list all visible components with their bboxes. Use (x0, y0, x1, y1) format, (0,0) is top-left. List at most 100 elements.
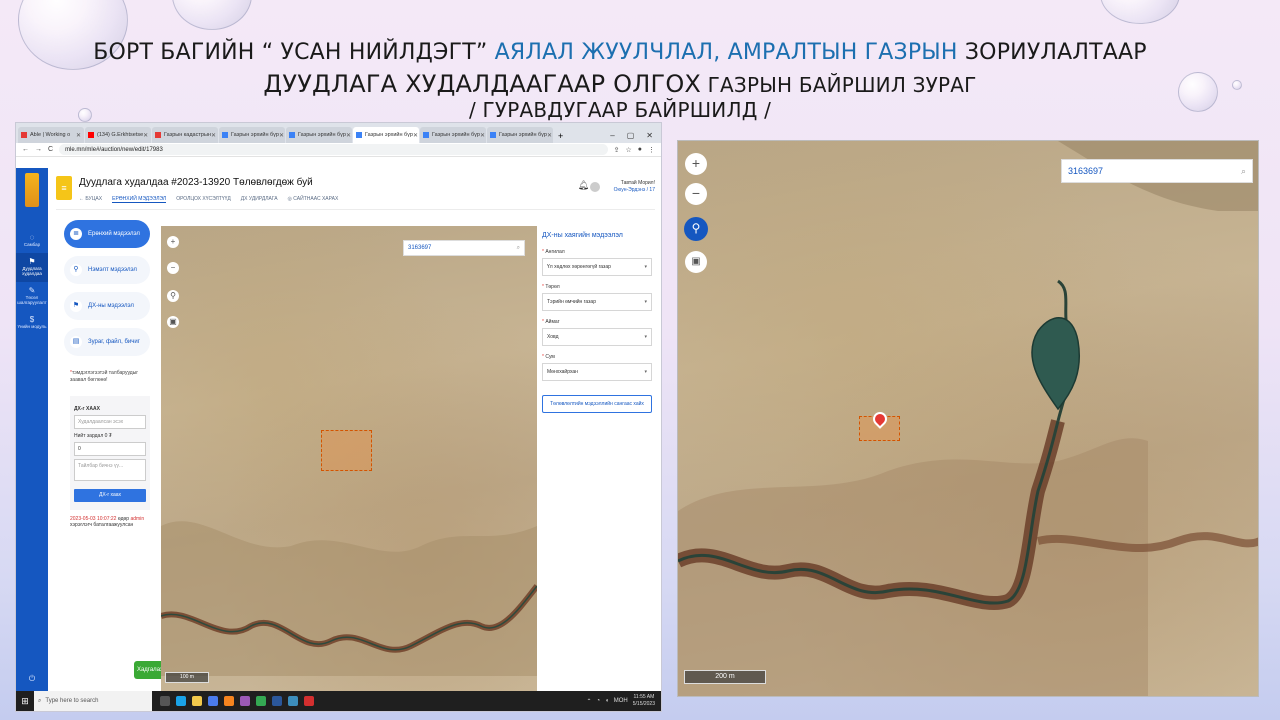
back-link[interactable]: ← БУЦАХ (79, 196, 102, 203)
map-scale: 100 m (165, 672, 209, 683)
user-greeting: Тавтай Морил! (620, 180, 655, 186)
aimag-select[interactable]: Ховд ▾ (542, 328, 652, 346)
close-icon[interactable]: ✕ (413, 132, 418, 139)
section-additional[interactable]: ⚲ Нэмэлт мэдээлэл (64, 256, 150, 284)
back-icon[interactable]: ← (22, 146, 29, 153)
zoom-out-button[interactable]: − (167, 262, 179, 274)
folder-icon[interactable] (192, 696, 202, 706)
browser-tab[interactable]: Газрын эрхийн бүр ✕ (219, 127, 285, 143)
favicon-icon (423, 132, 429, 138)
section-auction-info[interactable]: ⚑ ДХ-ны мэдээлэл (64, 292, 150, 320)
browser-screenshot: Able | Working o ✕ (134) G.Erkhtsetse ✕ Га… (15, 122, 662, 712)
chrome-icon[interactable] (256, 696, 266, 706)
type-select[interactable]: Тэрийн өмчийн газар ▾ (542, 293, 652, 311)
browser-tab[interactable]: Газрын эрхийн бүр ✕ (420, 127, 486, 143)
share-icon[interactable]: ⇪ (614, 146, 620, 154)
section-files[interactable]: ▤ Зураг, файл, бичиг (64, 328, 150, 356)
search-icon[interactable]: ⌕ (1241, 166, 1246, 177)
sidebar-item-dashboard[interactable]: ◌ Самбар (16, 229, 48, 253)
app-icon[interactable] (240, 696, 250, 706)
close-auction-button[interactable]: ДХ-г хаах (74, 489, 146, 502)
menu-toggle-button[interactable]: ≡ (56, 176, 72, 200)
close-icon[interactable]: ✕ (547, 132, 552, 139)
camera-icon[interactable]: ▣ (167, 316, 179, 328)
tray-chevron-icon[interactable]: ⌃ (586, 698, 591, 705)
minimize-icon[interactable]: – (610, 131, 614, 140)
note-textarea[interactable]: Тайлбар бичнэ үү... (74, 459, 146, 481)
zoom-in-button[interactable]: + (685, 153, 707, 175)
user-box[interactable]: 🔔︎ Тавтай Морил! Оюун-Эрдэнэ / 17 (578, 180, 655, 194)
tab-label: Газрын эрхийн бүр (231, 132, 279, 138)
slide-title-line-3: / ГУРАВДУГААР БАЙРШИЛД / (468, 98, 772, 122)
tab-general-info[interactable]: ЕРӨНХИЙ МЭДЭЭЛЭЛ (112, 196, 167, 203)
parcel-polygon[interactable] (321, 430, 372, 471)
maximize-icon[interactable]: ▢ (627, 131, 635, 140)
map-search-input[interactable]: 3163697 ⌕ (1061, 159, 1253, 183)
sidebar-item-auction[interactable]: ⚑ Дуудлага худалдаа (16, 253, 48, 282)
firefox-icon[interactable] (224, 696, 234, 706)
tab-management[interactable]: ДХ УДИРДЛАГА (241, 196, 278, 203)
forward-icon[interactable]: → (35, 146, 42, 153)
url-field[interactable]: mle.mn/mle#/auction/new/edit/17983 (59, 144, 608, 155)
browser-tab[interactable]: Газрын эрхийн бүр ✕ (286, 127, 352, 143)
map-search-input[interactable]: 3163697 ⌕ (403, 240, 525, 256)
close-icon[interactable]: ✕ (346, 132, 351, 139)
sidebar-item-project[interactable]: ✎ Төсөл шалгаруулалт (16, 282, 48, 311)
browser-tab[interactable]: Газрын эрхийн бүр ✕ (487, 127, 553, 143)
browser-tab[interactable]: Able | Working o ✕ (18, 127, 84, 143)
large-satellite-map[interactable]: + − ⚲ ▣ 3163697 ⌕ 200 m (677, 140, 1259, 697)
store-icon[interactable] (208, 696, 218, 706)
wifi-icon[interactable]: ◔ (597, 698, 601, 704)
reload-icon[interactable]: C (48, 146, 53, 153)
edge-icon[interactable] (176, 696, 186, 706)
sold-select[interactable]: Худалдаалсан эсэх (74, 415, 146, 429)
log-line: 2023-05-03 10:07:22 өдөр admin хэрэглэгч… (70, 516, 152, 528)
volume-icon[interactable]: ◖ (605, 698, 609, 704)
camera-icon[interactable]: ▣ (685, 251, 707, 273)
address-panel: ДХ-ны хаягийн мэдээлэл * Ангилал Үл хөдл… (538, 226, 656, 691)
location-icon[interactable]: ⚲ (684, 217, 708, 241)
section-general[interactable]: ≣ Ерөнхий мэдээлэл (64, 220, 150, 248)
close-icon[interactable]: ✕ (211, 132, 216, 139)
zoom-out-button[interactable]: − (685, 183, 707, 205)
tab-requests[interactable]: ОРОЛЦОХ ХҮСЭЛТҮҮД (176, 196, 231, 203)
new-tab-button[interactable]: + (554, 131, 567, 143)
power-icon[interactable]: ⏻ (16, 670, 48, 687)
app-icon[interactable] (288, 696, 298, 706)
sidebar-item-label: Дуудлага худалдаа (22, 266, 42, 276)
star-icon[interactable]: ☆ (625, 146, 631, 154)
avatar (589, 182, 600, 192)
taskview-icon[interactable] (160, 696, 170, 706)
zoom-in-button[interactable]: + (167, 236, 179, 248)
pdf-icon[interactable] (304, 696, 314, 706)
favicon-icon (88, 132, 94, 138)
clock[interactable]: 11:55 AM 5/15/2023 (633, 694, 655, 708)
location-icon[interactable]: ⚲ (167, 290, 179, 302)
category-select[interactable]: Үл хөдлөх хөрөнгөгүй газар ▾ (542, 258, 652, 276)
windows-start-icon[interactable]: ⊞ (16, 696, 34, 707)
lang-indicator[interactable]: MOH (614, 698, 628, 704)
close-icon[interactable]: ✕ (480, 132, 485, 139)
menu-icon[interactable]: ⋮ (648, 146, 655, 154)
sidebar-item-price[interactable]: $ Үнийн модуль (16, 311, 48, 335)
profile-icon[interactable]: ● (638, 146, 642, 153)
panel-title: ДХ-ны хаягийн мэдээлэл (542, 232, 623, 239)
total-input[interactable]: 0 (74, 442, 146, 456)
close-icon[interactable]: ✕ (279, 132, 284, 139)
close-icon[interactable]: ✕ (143, 132, 148, 139)
search-planning-db-button[interactable]: Төлөвлөлтийн мэдээллийн сангаас хайх (542, 395, 652, 413)
bell-icon[interactable]: 🔔︎ (578, 181, 589, 190)
taskbar-search[interactable]: ⌕ Type here to search (34, 691, 152, 711)
sum-select[interactable]: Мөнххайрхан ▾ (542, 363, 652, 381)
parcel-map[interactable]: + − ⚲ ▣ 3163697 ⌕ 100 m (161, 226, 537, 691)
browser-tab[interactable]: (134) G.Erkhtsetse ✕ (85, 127, 151, 143)
sidebar-item-label: Үнийн модуль (17, 324, 47, 329)
word-icon[interactable] (272, 696, 282, 706)
search-icon[interactable]: ⌕ (517, 245, 520, 252)
view-on-site-link[interactable]: ◎ САЙТНААС ХАРАХ (288, 196, 339, 203)
browser-tab[interactable]: Газрын кадастрын ✕ (152, 127, 218, 143)
close-window-icon[interactable]: ✕ (646, 131, 653, 140)
browser-tab-active[interactable]: Газрын эрхийн бүр ✕ (353, 127, 419, 143)
close-icon[interactable]: ✕ (76, 132, 81, 139)
field-label: * Аймаг (542, 319, 652, 325)
